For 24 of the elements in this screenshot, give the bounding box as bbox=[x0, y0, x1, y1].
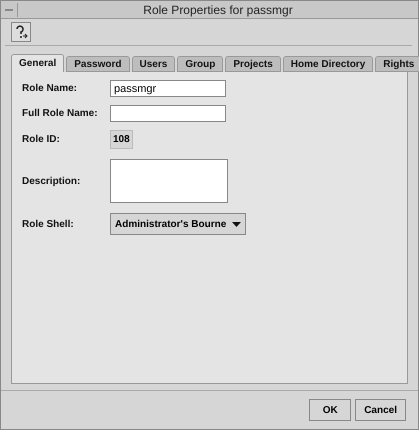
window-title: Role Properties for passmgr bbox=[142, 2, 294, 16]
dialog-button[interactable]: Cancel bbox=[355, 399, 406, 421]
shell-dropdown[interactable]: Administrator's Bourne bbox=[110, 213, 246, 235]
minus-icon bbox=[5, 8, 13, 10]
text-field[interactable]: passmgr bbox=[110, 80, 226, 97]
field-label: Role ID: bbox=[22, 134, 61, 145]
dialog-button[interactable]: OK bbox=[309, 399, 352, 421]
tab[interactable]: Projects bbox=[225, 56, 281, 72]
help-icon bbox=[14, 25, 28, 39]
description-field[interactable] bbox=[110, 159, 228, 203]
tab[interactable]: Group bbox=[177, 56, 224, 72]
field-label: Role Shell: bbox=[22, 218, 75, 230]
help-button[interactable] bbox=[11, 22, 31, 42]
caret-icon bbox=[232, 222, 242, 226]
tab[interactable]: Password bbox=[66, 56, 130, 72]
field-label: Description: bbox=[22, 176, 82, 186]
role-id-value: 108 bbox=[110, 130, 133, 149]
tab[interactable]: Rights bbox=[375, 56, 419, 72]
text-field[interactable] bbox=[110, 105, 226, 122]
field-label: Full Role Name: bbox=[22, 108, 99, 119]
tab[interactable]: Home Directory bbox=[282, 56, 374, 72]
tab[interactable]: General bbox=[11, 54, 64, 72]
tab[interactable]: Users bbox=[132, 56, 176, 72]
field-label: Role Name: bbox=[22, 83, 78, 94]
